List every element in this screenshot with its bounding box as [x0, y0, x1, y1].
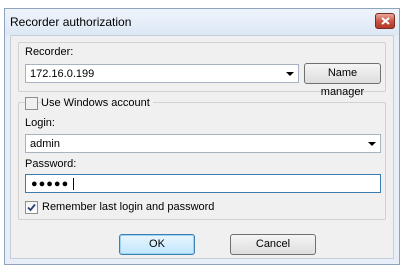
remember-login-label[interactable]: Remember last login and password	[42, 201, 214, 213]
password-mask: ●●●●●	[31, 178, 70, 190]
recorder-combobox[interactable]: 172.16.0.199	[25, 64, 299, 83]
login-combobox[interactable]: admin	[25, 134, 381, 153]
cancel-button[interactable]: Cancel	[230, 234, 316, 255]
text-caret	[73, 178, 74, 190]
authentication-group: Use Windows account Login: admin Passwor…	[18, 97, 386, 220]
use-windows-account-label[interactable]: Use Windows account	[41, 97, 153, 109]
dialog-window: Recorder authorization Recorder: 172.16.…	[4, 8, 400, 265]
dialog-body: Recorder: 172.16.0.199 Name manager Use …	[10, 35, 394, 259]
login-label: Login:	[25, 117, 55, 129]
close-icon	[381, 17, 390, 25]
login-value: admin	[30, 138, 60, 150]
remember-login-checkbox[interactable]	[25, 201, 38, 214]
chevron-down-icon[interactable]	[286, 72, 294, 76]
password-field[interactable]: ●●●●●	[25, 174, 381, 193]
use-windows-account-checkbox[interactable]	[25, 97, 38, 110]
dialog-title: Recorder authorization	[10, 15, 132, 29]
ok-button[interactable]: OK	[119, 234, 195, 255]
chevron-down-icon[interactable]	[368, 142, 376, 146]
password-label: Password:	[25, 158, 77, 170]
checkmark-icon	[27, 203, 36, 212]
close-button[interactable]	[375, 13, 395, 29]
recorder-value: 172.16.0.199	[30, 68, 95, 80]
recorder-group: Recorder: 172.16.0.199 Name manager	[18, 42, 386, 98]
title-bar[interactable]: Recorder authorization	[5, 9, 399, 35]
recorder-label: Recorder:	[25, 46, 74, 58]
name-manager-button[interactable]: Name manager	[304, 63, 381, 98]
